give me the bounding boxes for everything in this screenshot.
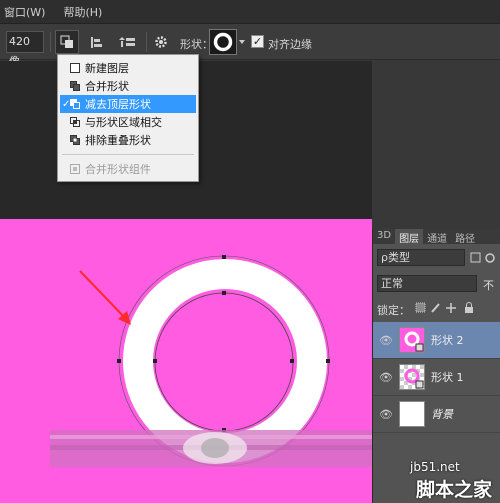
path-alignment-icon: [91, 37, 102, 48]
chevron-down-icon[interactable]: [239, 37, 245, 47]
settings-button[interactable]: [150, 30, 174, 54]
subtract-circle-path: [154, 292, 294, 432]
menu-item-label: 减去顶层形状: [85, 98, 151, 111]
canvas-artwork: [50, 255, 372, 467]
anchor-point: [153, 359, 157, 363]
eye-icon[interactable]: 👁: [373, 371, 399, 384]
filter-icons[interactable]: [470, 251, 498, 265]
layer-thumbnail: [399, 327, 425, 353]
reflection-glow: [201, 438, 229, 458]
layer-thumbnail: [399, 364, 425, 390]
blend-mode-select[interactable]: 正常: [377, 275, 477, 292]
layer-row[interactable]: 👁 形状 2: [373, 322, 500, 359]
layer-filter-select[interactable]: ρ类型: [377, 249, 465, 266]
divider: [50, 32, 51, 52]
new-layer-icon: [70, 63, 80, 73]
path-operations-button[interactable]: [55, 30, 79, 54]
combine-shapes-icon: [70, 81, 80, 91]
tab-channels[interactable]: 通道: [423, 229, 451, 245]
layer-name: 形状 2: [431, 334, 464, 347]
menu-item-intersect-shapes[interactable]: 与形状区域相交: [60, 113, 196, 131]
menu-item-merge-shape-components: 合并形状组件: [60, 160, 196, 178]
anchor-point: [290, 359, 294, 363]
layer-thumbnail: [399, 401, 425, 427]
anchor-point: [117, 359, 121, 363]
menu-item-new-layer[interactable]: 新建图层: [60, 59, 196, 77]
divider: [146, 32, 147, 52]
align-edges-checkbox[interactable]: ✓: [251, 35, 264, 48]
layer-row[interactable]: 👁 形状 1: [373, 359, 500, 396]
intersect-shapes-icon: [70, 117, 80, 127]
menu-window[interactable]: 窗口(W): [4, 4, 45, 20]
lock-icons[interactable]: [415, 301, 485, 315]
menu-help[interactable]: 帮助(H): [63, 4, 102, 20]
ring-shape-icon: [213, 32, 233, 52]
gear-icon: [155, 36, 167, 48]
path-arrangement-icon: [119, 37, 135, 47]
lock-label: 锁定：: [377, 304, 410, 317]
anchor-point: [222, 255, 226, 259]
tab-layers[interactable]: 图层: [395, 229, 424, 245]
merge-components-icon: [70, 164, 80, 174]
shape-picker[interactable]: [209, 29, 237, 55]
path-operations-menu: 新建图层 合并形状 ✓ 减去顶层形状 与形状区域相交 排除重叠形状 合并形状组件: [57, 54, 199, 182]
path-arrangement-button[interactable]: [116, 30, 140, 54]
opacity-label: 不: [483, 279, 494, 292]
annotation-arrow-line: [79, 270, 127, 320]
tab-3d[interactable]: 3D: [373, 229, 395, 244]
menu-item-subtract-front-shape[interactable]: ✓ 减去顶层形状: [60, 95, 196, 113]
layer-name: 形状 1: [431, 371, 464, 384]
tab-paths[interactable]: 路径: [451, 229, 479, 245]
layer-row[interactable]: 👁 背景: [373, 396, 500, 433]
align-edges-label: 对齐边缘: [268, 38, 312, 51]
menu-item-label: 与形状区域相交: [85, 116, 162, 129]
path-alignment-button[interactable]: [85, 30, 107, 54]
menu-separator: [62, 154, 194, 155]
layer-name: 背景: [431, 408, 453, 421]
document-canvas[interactable]: [0, 219, 372, 503]
eye-icon[interactable]: 👁: [373, 408, 399, 421]
width-field[interactable]: 420 像: [6, 31, 44, 68]
watermark-name: 脚本之家: [416, 479, 493, 501]
panel-tabs: 3D 图层 通道 路径: [373, 229, 500, 245]
menu-item-label: 新建图层: [85, 62, 129, 75]
anchor-point: [326, 359, 330, 363]
menu-bar: 窗口(W) 帮助(H): [0, 0, 500, 24]
eye-icon[interactable]: 👁: [373, 334, 399, 347]
menu-item-exclude-overlap[interactable]: 排除重叠形状: [60, 131, 196, 149]
path-operations-icon: [60, 35, 73, 48]
watermark-site: jb51.net: [410, 460, 460, 474]
menu-item-combine-shapes[interactable]: 合并形状: [60, 77, 196, 95]
menu-item-label: 合并形状组件: [85, 163, 151, 176]
exclude-overlap-icon: [70, 135, 80, 145]
anchor-point: [222, 291, 226, 295]
subtract-shape-icon: [70, 99, 80, 109]
menu-item-label: 合并形状: [85, 80, 129, 93]
menu-item-label: 排除重叠形状: [85, 134, 151, 147]
